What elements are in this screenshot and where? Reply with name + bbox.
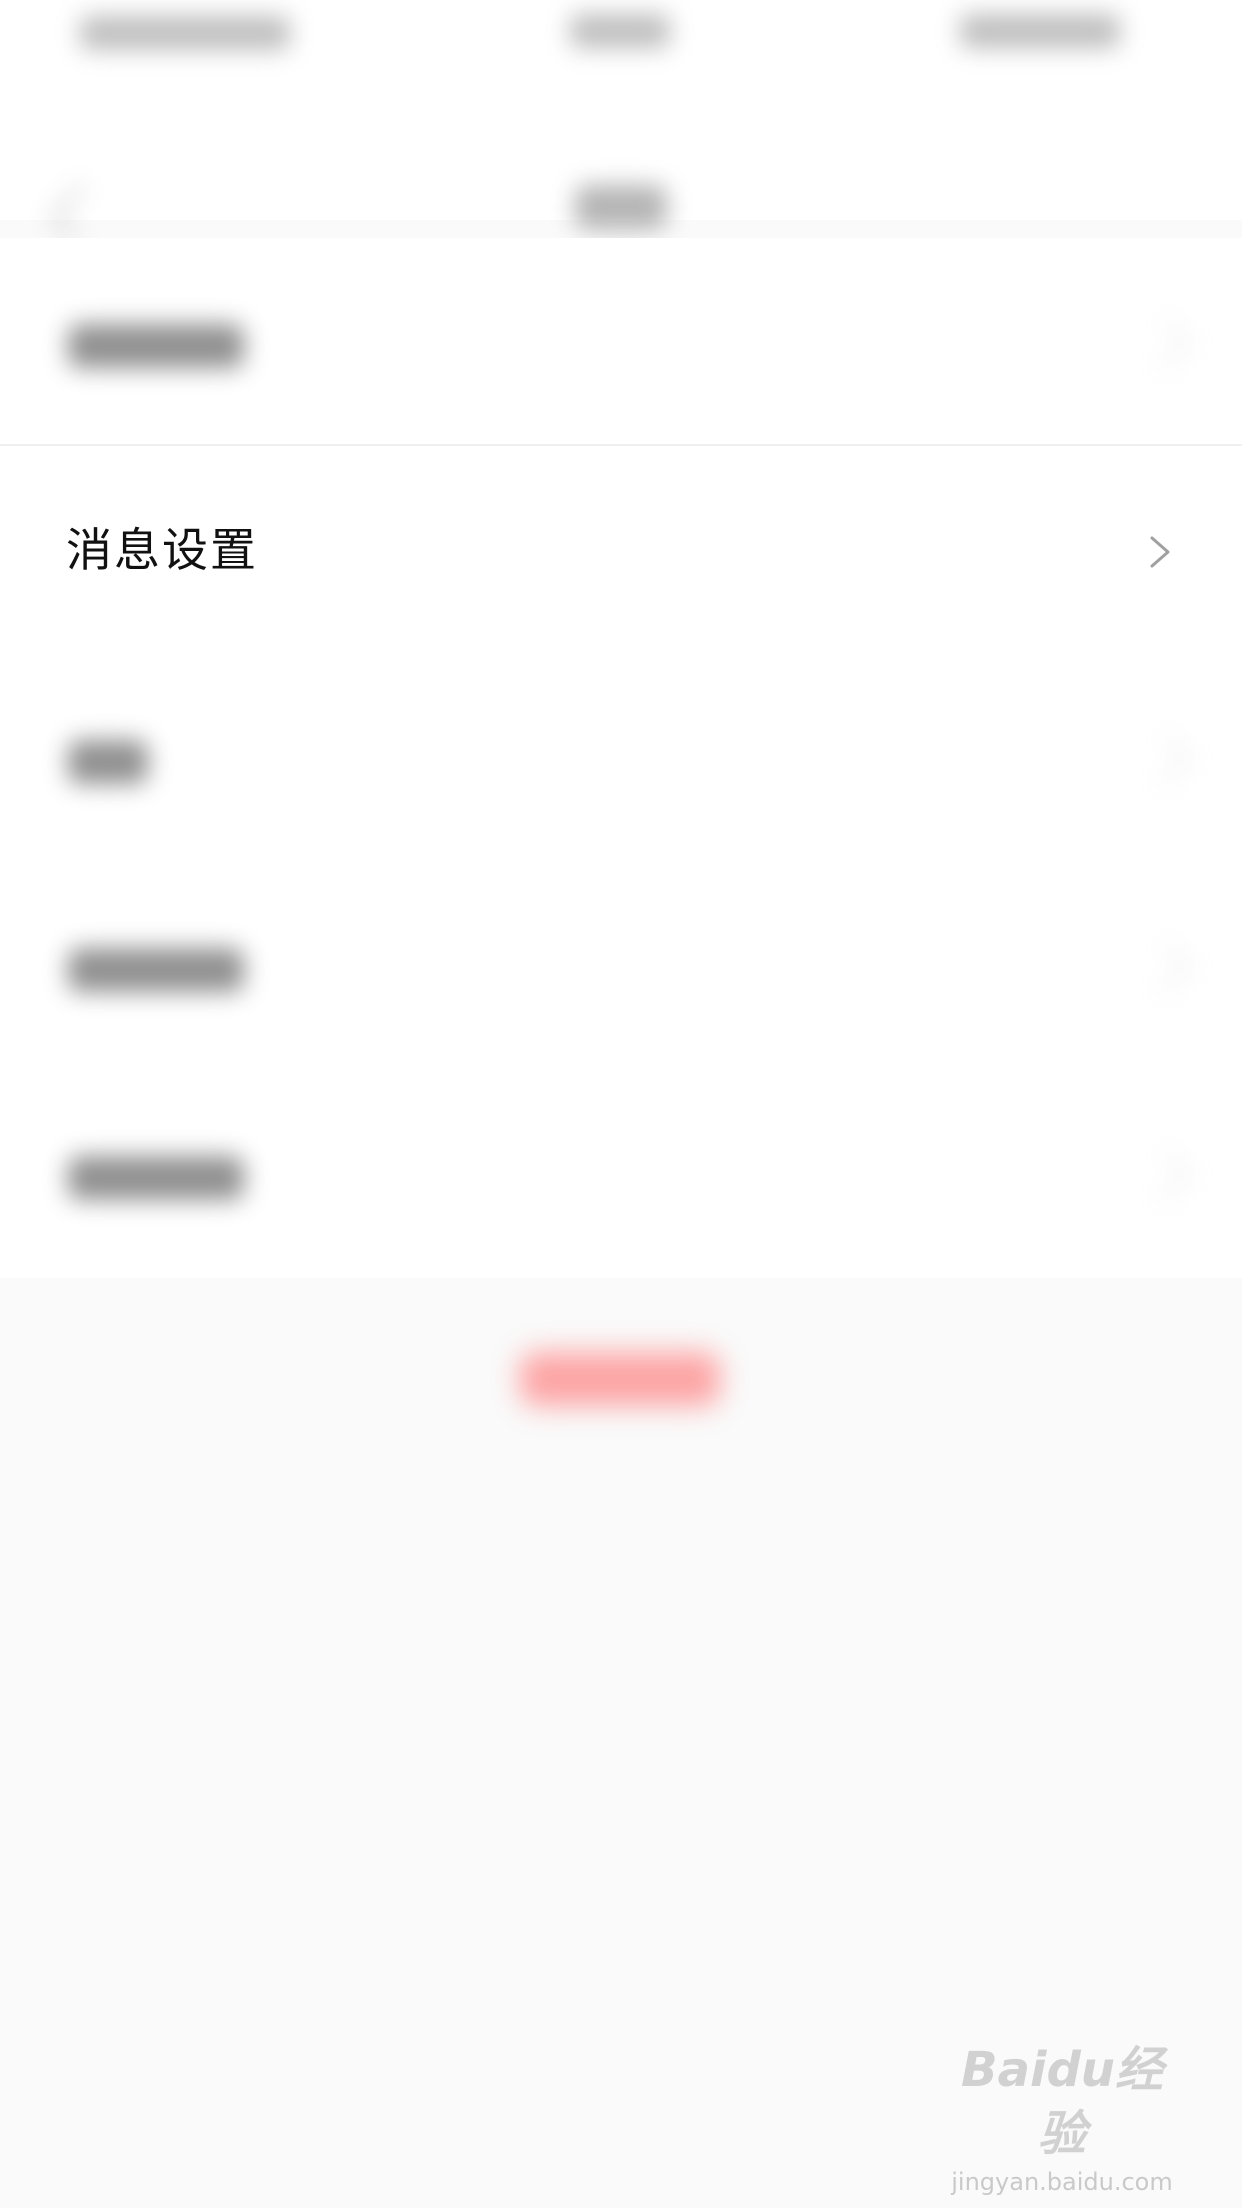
settings-list: 消息设置 — [0, 238, 1242, 1278]
list-item-label — [68, 324, 244, 368]
list-item-label — [68, 1156, 244, 1200]
list-item[interactable] — [0, 862, 1242, 1070]
status-time — [80, 16, 290, 50]
status-battery — [960, 14, 1120, 48]
page-title — [575, 185, 667, 229]
list-item[interactable] — [0, 654, 1242, 862]
chevron-right-icon — [1139, 942, 1192, 995]
watermark-url: jingyan.baidu.com — [951, 2168, 1173, 2196]
list-item-title: 消息设置 — [66, 523, 258, 577]
watermark-logo: Baidu经验 — [961, 2042, 1163, 2162]
logout-button[interactable] — [520, 1352, 720, 1406]
list-item-label — [68, 740, 148, 784]
navigation-bar — [0, 80, 1242, 242]
list-item[interactable] — [0, 1070, 1242, 1278]
watermark: Baidu经验 jingyan.baidu.com — [942, 2038, 1182, 2196]
status-carrier — [570, 14, 670, 48]
chevron-right-icon — [1150, 536, 1170, 568]
back-icon[interactable] — [49, 184, 107, 242]
status-bar — [0, 0, 1242, 80]
list-item-label — [68, 948, 244, 992]
chevron-right-icon — [1139, 1150, 1192, 1203]
chevron-right-icon — [1139, 318, 1192, 371]
list-item[interactable] — [0, 238, 1242, 446]
chevron-right-icon — [1139, 734, 1192, 787]
list-item-message-settings[interactable]: 消息设置 — [0, 446, 1242, 654]
